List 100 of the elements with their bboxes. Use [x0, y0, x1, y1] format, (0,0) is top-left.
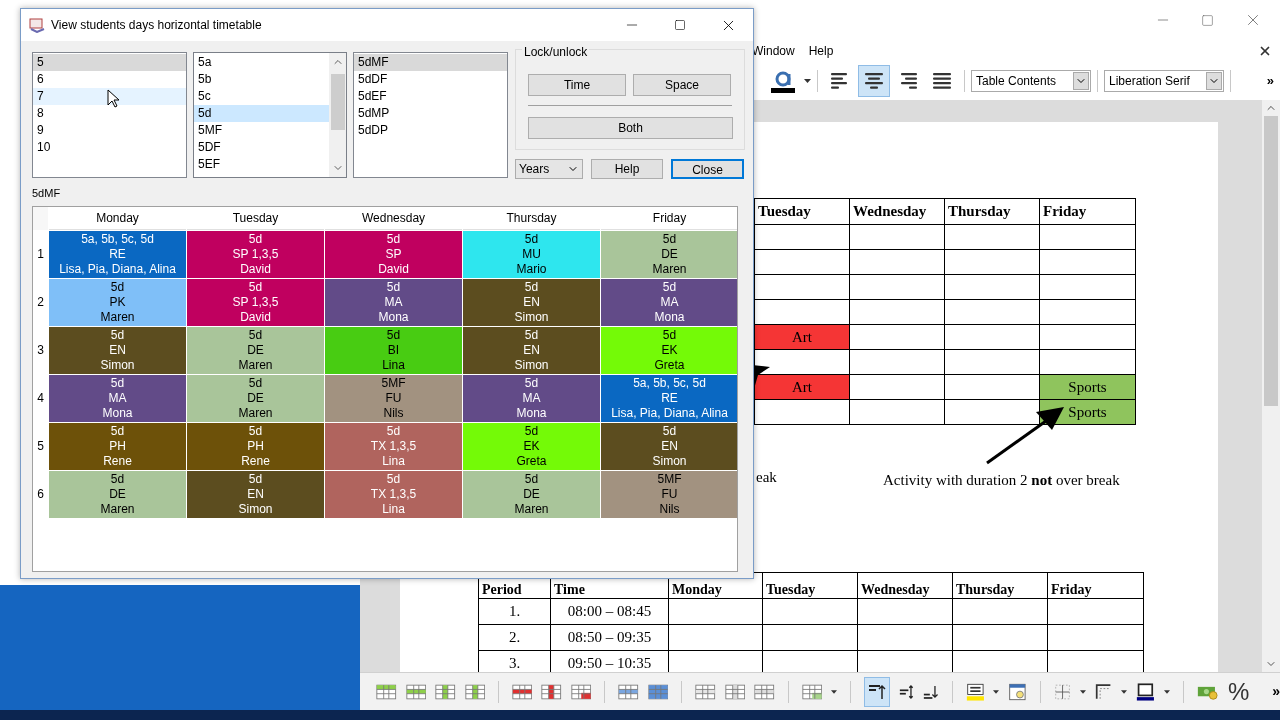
list-item[interactable]: 5EF [194, 156, 329, 173]
list-item[interactable]: 5dEF [354, 88, 507, 105]
caret-icon[interactable] [831, 689, 838, 694]
caret-icon[interactable] [1163, 689, 1170, 694]
lesson-text: David [240, 261, 271, 277]
timetable-cell[interactable]: 5d PH Rene [187, 422, 324, 470]
dialog-button[interactable]: Space [633, 74, 731, 96]
border-color-icon[interactable] [1136, 680, 1155, 703]
scrollbar-thumb[interactable] [330, 74, 345, 130]
list-item[interactable]: 5dMP [354, 105, 507, 122]
timetable-cell[interactable]: 5d EN Simon [601, 422, 737, 470]
list-item[interactable]: 7 [33, 88, 186, 105]
list-item[interactable]: 5a [194, 54, 329, 71]
align-button[interactable] [858, 65, 890, 97]
timetable-cell[interactable]: 5d DE Maren [463, 470, 600, 518]
dialog-button[interactable]: Both [528, 117, 733, 139]
more-tools-icon[interactable]: » [1266, 71, 1274, 91]
timetable-cell[interactable]: 5d EK Greta [463, 422, 600, 470]
lesson-text: 5d [248, 375, 263, 391]
list-item[interactable]: 5MF [194, 122, 329, 139]
timetable-cell[interactable]: 5d MA Mona [325, 278, 462, 326]
mode-select[interactable]: Years [515, 159, 583, 179]
maximize-icon[interactable] [674, 19, 686, 31]
list-item[interactable]: 5d [194, 105, 329, 122]
more-tools-icon[interactable]: » [1272, 681, 1280, 702]
caret-icon[interactable] [993, 689, 1000, 694]
list-item[interactable]: 5dDP [354, 122, 507, 139]
lesson-text: MA [522, 390, 541, 406]
column-header: Monday [672, 582, 722, 598]
timetable-cell[interactable]: 5MF FU Nils [601, 470, 737, 518]
timetable-cell[interactable]: 5d SP David [325, 230, 462, 278]
list-item[interactable]: 8 [33, 105, 186, 122]
list-item[interactable]: 6 [33, 71, 186, 88]
lesson-text: Simon [238, 501, 273, 517]
timetable-cell[interactable]: 5d EN Simon [187, 470, 324, 518]
lesson-text: Nils [659, 501, 680, 517]
list-item[interactable]: 5 [33, 54, 186, 71]
list-item[interactable]: 10 [33, 139, 186, 156]
caret-icon[interactable] [804, 79, 811, 83]
timetable-cell[interactable]: 5d MU Mario [463, 230, 600, 278]
timetable-cell[interactable]: 5d PH Rene [49, 422, 186, 470]
timetable-cell[interactable]: 5d PK Maren [49, 278, 186, 326]
close-document-icon[interactable] [1258, 44, 1272, 58]
timetable-cell[interactable]: 5d EN Simon [49, 326, 186, 374]
timetable-cell[interactable]: 5d SP 1,3,5 David [187, 278, 324, 326]
lesson-text: Rene [241, 453, 270, 469]
lesson-text: Simon [514, 357, 549, 373]
percent-icon[interactable]: % [1227, 679, 1250, 704]
scrollbar-thumb[interactable] [1264, 116, 1278, 406]
column-header: Thursday [948, 202, 1011, 222]
lesson-text: RE [109, 246, 126, 262]
paragraph-style-field[interactable]: Table Contents [971, 70, 1091, 92]
caret-icon[interactable] [1080, 689, 1087, 694]
timetable-cell[interactable]: 5d EN Simon [463, 326, 600, 374]
lesson-text: DE [247, 390, 264, 406]
dialog-button[interactable]: Close [671, 159, 744, 179]
list-item[interactable]: 5DF [194, 139, 329, 156]
timetable-cell[interactable]: 5d BI Lina [325, 326, 462, 374]
list-item[interactable]: 9 [33, 122, 186, 139]
timetable-cell[interactable]: 5d MA Mona [463, 374, 600, 422]
lesson-text: 5d [110, 279, 125, 295]
timetable-cell[interactable]: 5MF FU Nils [325, 374, 462, 422]
lesson-text: Maren [652, 261, 687, 277]
timetable-cell[interactable]: 5d DE Maren [187, 326, 324, 374]
list-item[interactable]: 5b [194, 71, 329, 88]
menu-item[interactable]: Window [752, 42, 795, 60]
dialog-button[interactable]: Help [591, 159, 663, 179]
border-style-icon[interactable] [1095, 681, 1113, 702]
scrollbar[interactable] [1262, 100, 1280, 672]
lesson-text: Lina [382, 501, 405, 517]
lesson-text: TX 1,3,5 [370, 486, 417, 502]
list-item[interactable]: 5dDF [354, 71, 507, 88]
app-icon [29, 17, 45, 33]
timetable-cell[interactable]: 5a, 5b, 5c, 5d RE Lisa, Pia, Diana, Alina [49, 230, 186, 278]
font-name-field[interactable]: Liberation Serif [1104, 70, 1224, 92]
timetable-cell[interactable]: 5d SP 1,3,5 David [187, 230, 324, 278]
align-icon [863, 72, 885, 90]
dialog-button[interactable]: Time [528, 74, 626, 96]
timetable-cell[interactable]: 5d TX 1,3,5 Lina [325, 422, 462, 470]
caret-icon[interactable] [1121, 689, 1128, 694]
lesson-text: 5d [524, 231, 539, 247]
timetable-cell[interactable]: 5d TX 1,3,5 Lina [325, 470, 462, 518]
timetable-cell[interactable]: 5a, 5b, 5c, 5d RE Lisa, Pia, Diana, Alina [601, 374, 737, 422]
lesson-text: DE [523, 486, 540, 502]
time-cell-text: 08:00 – 08:45 [567, 602, 652, 622]
lesson-text: 5d [524, 327, 539, 343]
timetable-cell[interactable]: 5d DE Maren [49, 470, 186, 518]
menu-item[interactable]: Help [808, 42, 834, 60]
align-top-button[interactable] [864, 676, 890, 707]
timetable-cell[interactable]: 5d EN Simon [463, 278, 600, 326]
lesson-text: 5d [524, 423, 539, 439]
timetable-cell[interactable]: 5d DE Maren [601, 230, 737, 278]
timetable-cell[interactable]: 5d DE Maren [187, 374, 324, 422]
lesson-text: 5d [248, 327, 263, 343]
timetable-cell[interactable]: 5d EK Greta [601, 326, 737, 374]
timetable-cell[interactable]: 5d MA Mona [49, 374, 186, 422]
list-item[interactable]: 5c [194, 88, 329, 105]
timetable-cell[interactable]: 5d MA Mona [601, 278, 737, 326]
list-item[interactable]: 5dMF [354, 54, 507, 71]
lesson-text: 5d [662, 279, 677, 295]
